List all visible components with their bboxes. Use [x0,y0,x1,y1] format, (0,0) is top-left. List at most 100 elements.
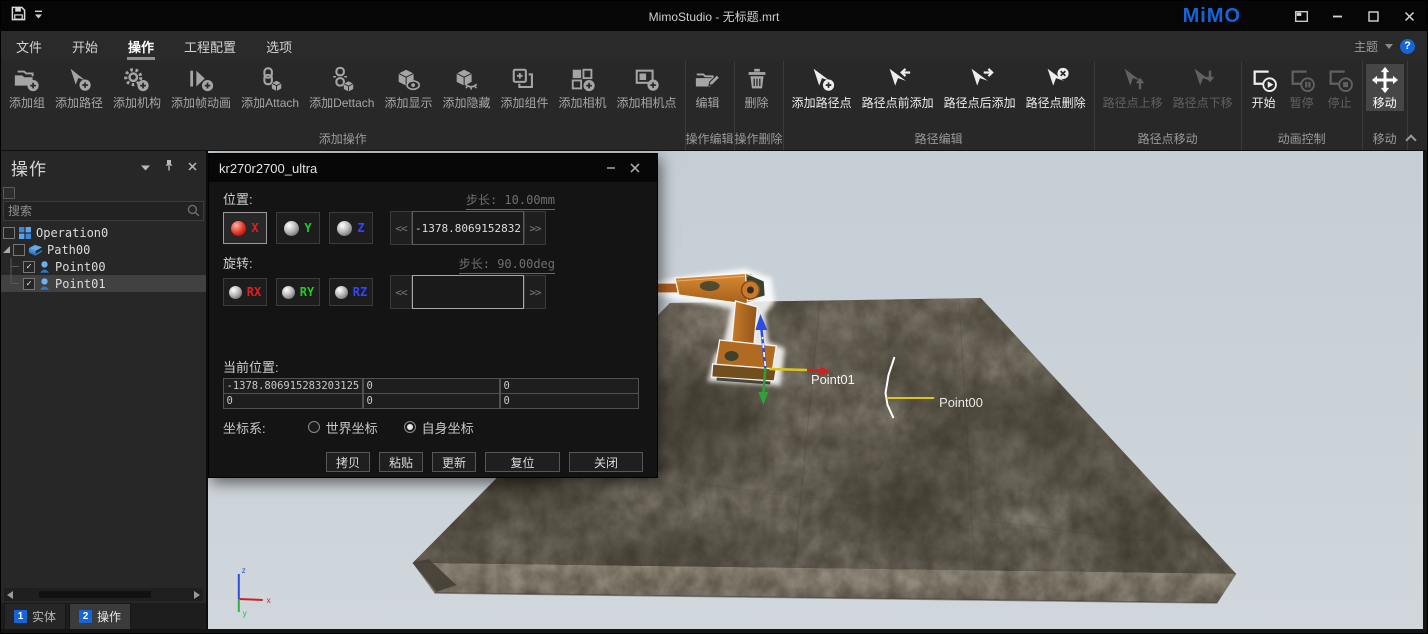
jog-rx-button[interactable]: RX [223,278,267,306]
tree-item-point01[interactable]: ✓Point01 [1,275,206,292]
ribbon-add-component-button[interactable]: 添加组件 [495,64,553,111]
ribbon-add-hide-button[interactable]: 添加隐藏 [437,64,495,111]
theme-selector[interactable]: 主题 [1354,38,1378,55]
window-maximize-button[interactable] [1355,1,1391,31]
scrollbar-thumb[interactable] [39,591,151,598]
theme-caret-icon[interactable] [1385,44,1393,49]
window-close-button[interactable] [1391,1,1427,31]
ribbon-add-camera-button[interactable]: 添加相机 [554,64,612,111]
tree-checkbox-operation0[interactable] [3,227,15,239]
jog-ball-icon [231,221,246,236]
ribbon-button-label: 路径点后添加 [944,96,1016,110]
ribbon-add-dettach-button[interactable]: 添加Dettach [304,64,379,111]
viewport-3d[interactable]: Point01 Point00 z x y [208,151,1423,629]
add-mechanism-icon [123,66,151,94]
dialog-titlebar[interactable]: kr270r2700_ultra [209,154,657,182]
menu-tab-options[interactable]: 选项 [251,31,307,61]
position-step-label[interactable]: 步长: 10.00mm [466,191,555,210]
menu-tab-file[interactable]: 文件 [1,31,57,61]
tree-checkbox-point00[interactable]: ✓ [23,261,35,273]
ribbon-add-show-button[interactable]: 添加显示 [379,64,437,111]
ribbon-group-label: 路径编辑 [784,131,1094,150]
ribbon-stop-button[interactable]: 停止 [1321,64,1359,111]
dialog-minimize-icon[interactable] [599,158,623,178]
jog-y-button[interactable]: Y [276,212,320,244]
add-camera-point-icon [633,66,661,94]
ribbon-path-point-insert-after-button[interactable]: 路径点后添加 [939,64,1021,111]
dialog-close-icon[interactable] [623,158,647,178]
current-position-table: -1378.80691528320312500000 [223,378,643,409]
ribbon-add-group-button[interactable]: 添加组 [4,64,50,111]
ribbon-pause-button[interactable]: 暂停 [1283,64,1321,111]
panel-horizontal-scrollbar[interactable] [4,588,203,601]
save-icon[interactable] [11,6,26,26]
qat-dropdown-icon[interactable] [34,7,43,25]
tree-item-path00[interactable]: Path00 [1,241,206,258]
position-increment-button[interactable]: >> [524,211,546,245]
ribbon-add-path-point-button[interactable]: 添加路径点 [787,64,857,111]
coordinate-system-label: 坐标系: [223,418,266,437]
ribbon-delete-button[interactable]: 删除 [738,64,776,111]
paste-button[interactable]: 粘贴 [379,452,423,472]
ribbon-path-point-move-up-button[interactable]: 路径点上移 [1098,64,1168,111]
ribbon-move-button[interactable]: 移动 [1366,64,1404,111]
reset-button[interactable]: 复位 [485,452,560,472]
rotation-increment-button[interactable]: >> [524,275,546,309]
coord-self-radio[interactable] [404,421,416,433]
ribbon-add-frame-animation-button[interactable]: 添加帧动画 [166,64,236,111]
tree-checkbox-path00[interactable] [13,244,25,256]
coord-world-radio[interactable] [308,421,320,433]
position-stepper: << >> [390,211,546,245]
ribbon-edit-button[interactable]: 编辑 [689,64,727,111]
jog-rz-button[interactable]: RZ [329,278,373,306]
panel-filter-checkbox[interactable] [3,187,15,199]
scroll-right-icon[interactable] [194,591,200,599]
jog-z-button[interactable]: Z [329,212,373,244]
copy-button[interactable]: 拷贝 [326,452,370,472]
ribbon-add-attach-button[interactable]: 添加Attach [236,64,304,111]
position-decrement-button[interactable]: << [390,211,412,245]
operation-tree: Operation0Path00 ✓ Point00✓Point01 [1,224,206,292]
coord-world-option[interactable]: 世界坐标 [308,418,378,437]
jog-x-button[interactable]: X [223,212,267,244]
help-button[interactable]: ? [1400,39,1415,54]
jog-ry-button[interactable]: RY [276,278,320,306]
tree-item-point00[interactable]: ✓ Point00 [1,258,206,275]
update-button[interactable]: 更新 [432,452,476,472]
panel-tab-entity[interactable]: 1实体 [4,603,66,629]
menu-tab-operation[interactable]: 操作 [113,31,169,61]
ribbon-add-path-button[interactable]: 添加路径 [50,64,108,111]
scroll-left-icon[interactable] [7,591,13,599]
window-minimize-button[interactable] [1319,1,1355,31]
panel-pin-icon[interactable] [164,158,174,176]
ribbon-path-point-delete-button[interactable]: 路径点删除 [1021,64,1091,111]
dialog-title: kr270r2700_ultra [219,161,317,176]
ribbon-start-button[interactable]: 开始 [1245,64,1283,111]
tree-checkbox-point01[interactable]: ✓ [23,278,35,290]
ribbon-path-point-move-down-button[interactable]: 路径点下移 [1168,64,1238,111]
window-dock-button[interactable] [1283,1,1319,31]
menu-tab-project-config[interactable]: 工程配置 [169,31,251,61]
rotation-decrement-button[interactable]: << [390,275,412,309]
rotation-step-label[interactable]: 步长: 90.00deg [459,255,555,274]
current-position-cell-0-2: 0 [500,378,640,394]
panel-close-icon[interactable] [188,158,197,176]
position-value-input[interactable] [412,211,524,245]
coord-self-option[interactable]: 自身坐标 [404,418,474,437]
axis-x-label: x [267,596,271,605]
close-button[interactable]: 关闭 [569,452,643,472]
search-input[interactable] [3,201,204,221]
panel-tab-operation[interactable]: 2操作 [69,603,131,629]
ribbon-group-3: 添加路径点路径点前添加路径点后添加路径点删除路径编辑 [784,61,1095,150]
ribbon-path-point-insert-before-button[interactable]: 路径点前添加 [857,64,939,111]
ribbon-add-camera-point-button[interactable]: 添加相机点 [612,64,682,111]
tree-item-label: Point00 [55,260,106,274]
ribbon-group-label: 操作编辑 [686,131,734,150]
ribbon-add-mechanism-button[interactable]: 添加机构 [108,64,166,111]
expander-icon[interactable] [3,246,10,253]
tree-item-operation0[interactable]: Operation0 [1,224,206,241]
stop-icon [1326,66,1354,94]
menu-tab-start[interactable]: 开始 [57,31,113,61]
rotation-value-input[interactable] [412,275,524,309]
panel-collapse-icon[interactable] [141,158,150,176]
